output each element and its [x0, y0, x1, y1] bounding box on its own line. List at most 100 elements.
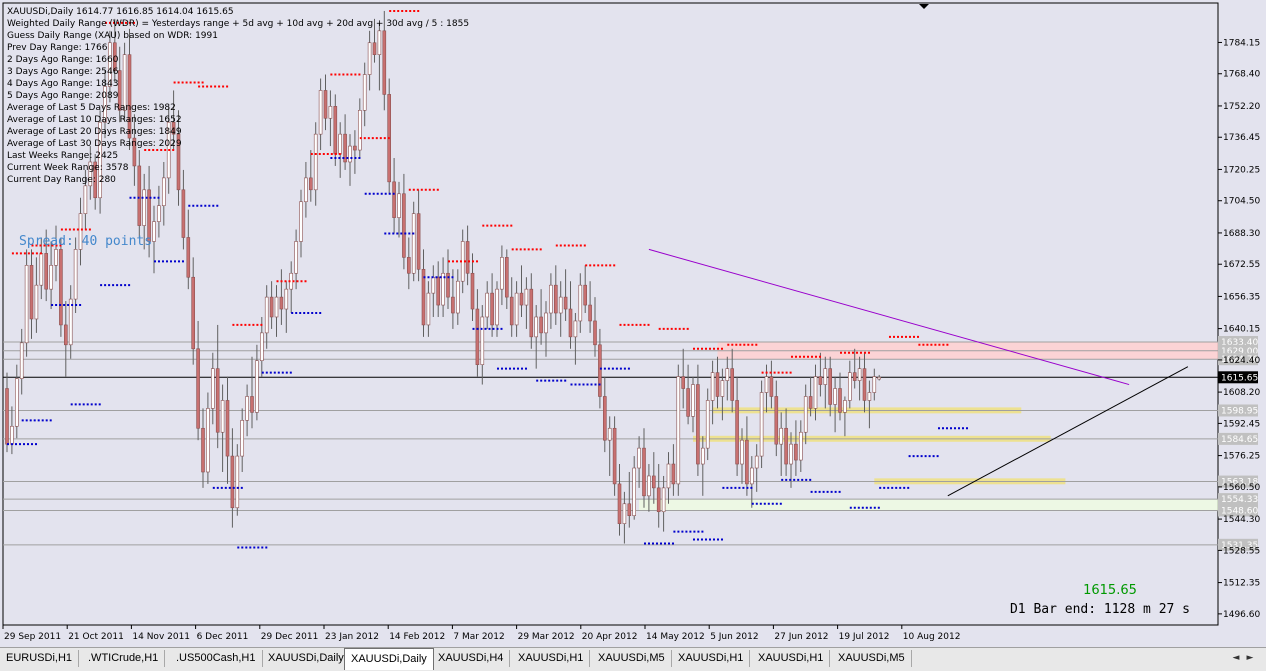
candle-body [34, 284, 39, 320]
y-tick-label: 1624.40 [1223, 356, 1260, 366]
price-level-label: 1584.65 [1221, 435, 1258, 445]
candle-body [294, 241, 298, 274]
candle-body [779, 427, 784, 445]
candle-body [284, 288, 289, 310]
candle-body [671, 463, 676, 485]
price-level-label: 1554.33 [1221, 495, 1258, 505]
candle-body [529, 288, 534, 338]
candle-body [64, 324, 68, 346]
tab--us500cash-h1[interactable]: .US500Cash,H1 [170, 650, 263, 667]
candle-body [686, 388, 690, 417]
candle-body [813, 376, 818, 409]
candle-body [416, 213, 421, 270]
tab-xauusdi-m5[interactable]: XAUUSDi,M5 [832, 650, 912, 667]
candle-body [402, 193, 406, 258]
tab-xauusdi-h1[interactable]: XAUUSDi,H1 [752, 650, 831, 667]
candle-body [318, 90, 323, 135]
candle-body [607, 427, 612, 441]
info-line: Guess Daily Range (XAU) based on WDR: 19… [7, 31, 218, 41]
candle-body [583, 284, 588, 306]
candle-body [637, 447, 641, 469]
candle-body [593, 320, 597, 346]
y-tick-label: 1688.30 [1223, 229, 1260, 239]
candle-body [215, 368, 220, 433]
tab-xauusdi-m5[interactable]: XAUUSDi,M5 [592, 650, 672, 667]
candle-body [122, 54, 127, 111]
info-line: 4 Days Ago Range: 1843 [7, 79, 118, 89]
candle-body [162, 177, 166, 206]
candle-body [818, 376, 823, 385]
candle-body [696, 384, 700, 465]
candle-body [186, 237, 191, 278]
info-line: Current Day Range: 280 [7, 175, 116, 185]
x-tick-label: 14 Feb 2012 [389, 632, 445, 642]
candle-body [798, 431, 803, 461]
x-tick-label: 5 Jun 2012 [710, 632, 758, 642]
candle-body [220, 400, 225, 433]
candle-body [769, 376, 774, 397]
candle-body [201, 427, 205, 473]
tab-xauusdi-daily[interactable]: XAUUSDi,Daily [262, 650, 351, 667]
candle-body [230, 455, 235, 509]
y-tick-label: 1784.15 [1223, 38, 1260, 48]
tab-eurusdi-h1[interactable]: EURUSDi,H1 [0, 650, 80, 667]
info-line: XAUUSDi,Daily 1614.77 1616.85 1614.04 16… [7, 7, 234, 17]
candle-body [519, 292, 524, 306]
tab-xauusdi-h4[interactable]: XAUUSDi,H4 [432, 650, 511, 667]
info-line: Prev Day Range: 1766 [7, 43, 108, 53]
tab-xauusdi-h1[interactable]: XAUUSDi,H1 [512, 650, 591, 667]
candle-body [490, 292, 494, 326]
candle-body [451, 296, 455, 314]
bar-end-timer: D1 Bar end: 1128 m 27 s [1010, 602, 1190, 617]
candle-body [59, 249, 63, 326]
y-tick-label: 1768.40 [1223, 70, 1260, 80]
candle-body [308, 177, 313, 191]
candle-body [382, 30, 387, 95]
y-tick-label: 1576.25 [1223, 452, 1260, 462]
candle-body [39, 253, 44, 286]
x-tick-label: 29 Dec 2011 [261, 632, 319, 642]
candle-body [553, 284, 558, 314]
candle-body [264, 296, 269, 334]
x-tick-label: 14 May 2012 [646, 632, 705, 642]
tab-scroll-left-icon[interactable]: ◄ [1230, 651, 1242, 665]
tab-scroll-right-icon[interactable]: ► [1244, 651, 1256, 665]
candle-body [544, 312, 548, 334]
price-level-label: 1615.65 [1221, 373, 1258, 383]
candle-body [338, 133, 343, 155]
candle-body [862, 368, 867, 401]
candle-body [406, 257, 411, 274]
candle-body [259, 332, 264, 361]
candle-body [578, 284, 583, 322]
info-line: Last Weeks Range: 2425 [7, 151, 118, 161]
candle-body [73, 249, 78, 300]
candle-body [24, 265, 29, 344]
candle-body [563, 296, 568, 310]
price-chart[interactable]: 1633.401629.001624.761615.651598.951584.… [0, 0, 1266, 647]
candle-body [828, 368, 833, 405]
y-tick-label: 1656.35 [1223, 292, 1260, 302]
x-tick-label: 6 Dec 2011 [197, 632, 249, 642]
plot-area [2, 2, 1219, 626]
tab-xauusdi-h1[interactable]: XAUUSDi,H1 [672, 650, 751, 667]
candle-body [465, 241, 470, 274]
candle-body [196, 348, 200, 429]
candle-body [475, 308, 480, 365]
candle-body [470, 272, 475, 310]
candle-body [549, 284, 553, 314]
x-tick-label: 19 Jul 2012 [839, 632, 890, 642]
current-price-big: 1615.65 [1083, 583, 1137, 598]
candle-body [847, 372, 852, 401]
candle-body [279, 296, 284, 310]
candle-body [269, 296, 274, 318]
candle-body [857, 368, 862, 381]
candle-body [353, 145, 357, 151]
y-tick-label: 1560.50 [1223, 483, 1260, 493]
candle-body [191, 276, 195, 350]
tab-xauusdi-daily[interactable]: XAUUSDi,Daily [344, 648, 434, 670]
candle-body [725, 368, 730, 381]
candle-body [700, 447, 705, 465]
tab--wticrude-h1[interactable]: .WTICrude,H1 [82, 650, 166, 667]
candle-body [647, 475, 651, 497]
y-tick-label: 1592.45 [1223, 419, 1260, 429]
